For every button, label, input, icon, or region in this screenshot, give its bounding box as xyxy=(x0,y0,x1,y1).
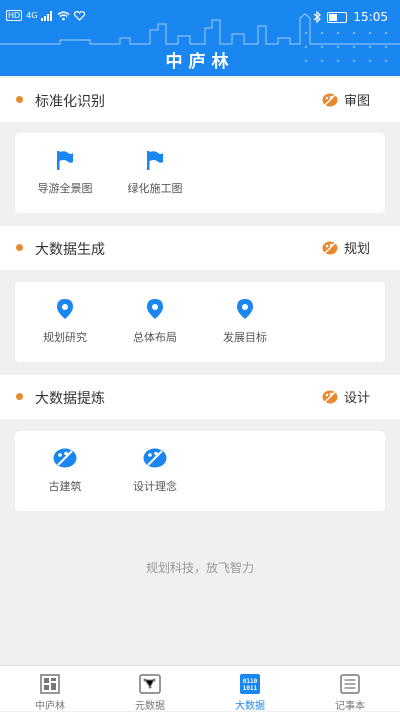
signal-label: 4G xyxy=(26,11,38,20)
app-header: HD 4G 15:05 中庐林 xyxy=(0,0,400,76)
section-tag-label: 规划 xyxy=(343,242,370,257)
flag-icon xyxy=(57,151,73,170)
binary-icon: 01101011 xyxy=(240,674,260,694)
palette-icon xyxy=(53,448,77,468)
card-bigdata-refine: 古建筑 设计理念 xyxy=(15,431,385,511)
clock-time: 15:05 xyxy=(353,10,388,24)
palette-tag-icon xyxy=(322,93,338,106)
bullet-dot xyxy=(16,393,23,400)
bottom-tab-bar: 中庐林 元数据 0110 1011 大数据 记事本 xyxy=(0,665,400,712)
item-planning-research[interactable]: 规划研究 xyxy=(20,298,110,345)
palette-tag-icon xyxy=(322,241,338,254)
signal-icon xyxy=(41,10,53,21)
item-development-goals[interactable]: 发展目标 xyxy=(200,298,290,345)
section-tag-label: 审图 xyxy=(343,94,370,109)
home-logo-icon xyxy=(40,674,60,694)
item-tour-panorama[interactable]: 导游全景图 xyxy=(20,149,110,196)
item-label: 发展目标 xyxy=(223,331,267,344)
wifi-icon xyxy=(58,11,70,20)
notepad-icon xyxy=(340,674,360,694)
location-pin-icon xyxy=(147,299,163,319)
network-icon xyxy=(139,674,161,694)
item-overall-layout[interactable]: 总体布局 xyxy=(110,298,200,345)
section-title: 大数据生成 xyxy=(35,242,105,258)
tab-bigdata[interactable]: 0110 1011 大数据 xyxy=(210,674,290,712)
palette-icon xyxy=(143,448,167,468)
tab-metadata[interactable]: 元数据 xyxy=(110,674,190,712)
section-tag-label: 设计 xyxy=(343,391,370,406)
section-header-bigdata-generate: 大数据生成 规划 xyxy=(0,226,400,270)
section-header-bigdata-refine: 大数据提炼 设计 xyxy=(0,375,400,419)
item-label: 绿化施工图 xyxy=(127,182,183,195)
tab-notepad[interactable]: 记事本 xyxy=(310,674,390,712)
bullet-dot xyxy=(16,96,23,103)
section-header-standardization: 标准化识别 审图 xyxy=(0,78,400,122)
section-title: 标准化识别 xyxy=(35,94,105,110)
battery-icon xyxy=(327,11,348,23)
item-label: 古建筑 xyxy=(48,480,82,493)
item-label: 导游全景图 xyxy=(37,182,93,195)
item-greening-construction[interactable]: 绿化施工图 xyxy=(110,149,200,196)
section-tag-design[interactable]: 设计 xyxy=(322,387,370,406)
item-design-concept[interactable]: 设计理念 xyxy=(110,447,200,494)
location-pin-icon xyxy=(237,299,253,319)
binary-text-row: 0110 xyxy=(243,678,258,685)
status-bar: HD 4G 15:05 xyxy=(0,0,400,36)
slogan-text: 规划科技，放飞智力 xyxy=(145,561,254,575)
flag-icon xyxy=(147,151,163,170)
page-title: 中庐林 xyxy=(165,52,235,72)
item-label: 总体布局 xyxy=(133,331,177,344)
network-badge: HD xyxy=(6,10,23,21)
tab-home[interactable]: 中庐林 xyxy=(10,674,90,712)
item-label: 设计理念 xyxy=(133,480,177,493)
palette-tag-icon xyxy=(322,390,338,403)
binary-text-row: 1011 xyxy=(243,685,258,692)
section-tag-review[interactable]: 审图 xyxy=(322,90,370,109)
bluetooth-icon xyxy=(314,11,322,23)
item-label: 规划研究 xyxy=(43,331,87,344)
section-title: 大数据提炼 xyxy=(35,391,105,407)
heart-icon xyxy=(74,10,86,21)
card-standardization: 导游全景图 绿化施工图 xyxy=(15,133,385,213)
card-bigdata-generate: 规划研究 总体布局 发展目标 xyxy=(15,282,385,362)
section-tag-planning[interactable]: 规划 xyxy=(322,238,370,257)
location-pin-icon xyxy=(57,299,73,319)
item-ancient-architecture[interactable]: 古建筑 xyxy=(20,447,110,494)
bullet-dot xyxy=(16,244,23,251)
